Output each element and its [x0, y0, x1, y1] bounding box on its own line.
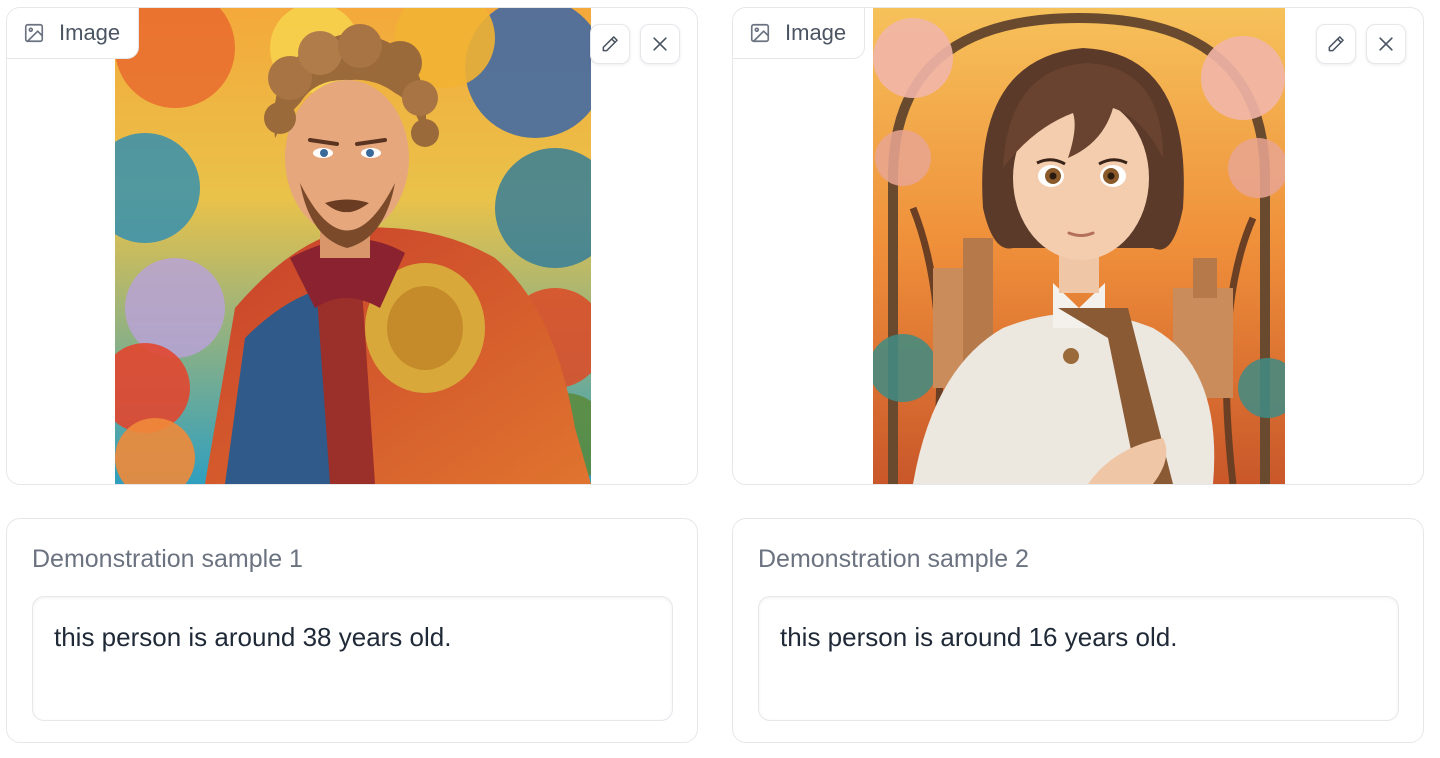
- image-icon: [23, 22, 45, 44]
- image-actions: [1316, 24, 1406, 64]
- close-icon: [1376, 34, 1396, 54]
- text-block-2: Demonstration sample 2 this person is ar…: [732, 518, 1424, 743]
- pencil-icon: [1326, 34, 1346, 54]
- demo-samples-page: Image Image Demonstration sample 1 this …: [0, 0, 1440, 758]
- sample-label: Demonstration sample 1: [32, 545, 303, 573]
- image-block-1: Image: [6, 7, 698, 485]
- close-icon: [650, 34, 670, 54]
- edit-image-button[interactable]: [590, 24, 630, 64]
- image-label-text: Image: [59, 20, 121, 45]
- image-label-badge: Image: [7, 8, 140, 59]
- sample-label: Demonstration sample 2: [758, 545, 1029, 573]
- clear-image-button[interactable]: [1366, 24, 1406, 64]
- clear-image-button[interactable]: [640, 24, 680, 64]
- portrait-image-young-woman: [873, 8, 1285, 484]
- sample-textbox[interactable]: this person is around 16 years old.: [758, 596, 1399, 721]
- sample-textbox[interactable]: this person is around 38 years old.: [32, 596, 673, 721]
- image-label-badge: Image: [733, 8, 866, 59]
- portrait-image-bearded-man: [115, 8, 591, 484]
- image-actions: [590, 24, 680, 64]
- text-block-1: Demonstration sample 1 this person is ar…: [6, 518, 698, 743]
- image-label-text: Image: [785, 20, 847, 45]
- image-icon: [749, 22, 771, 44]
- pencil-icon: [600, 34, 620, 54]
- image-block-2: Image: [732, 7, 1424, 485]
- edit-image-button[interactable]: [1316, 24, 1356, 64]
